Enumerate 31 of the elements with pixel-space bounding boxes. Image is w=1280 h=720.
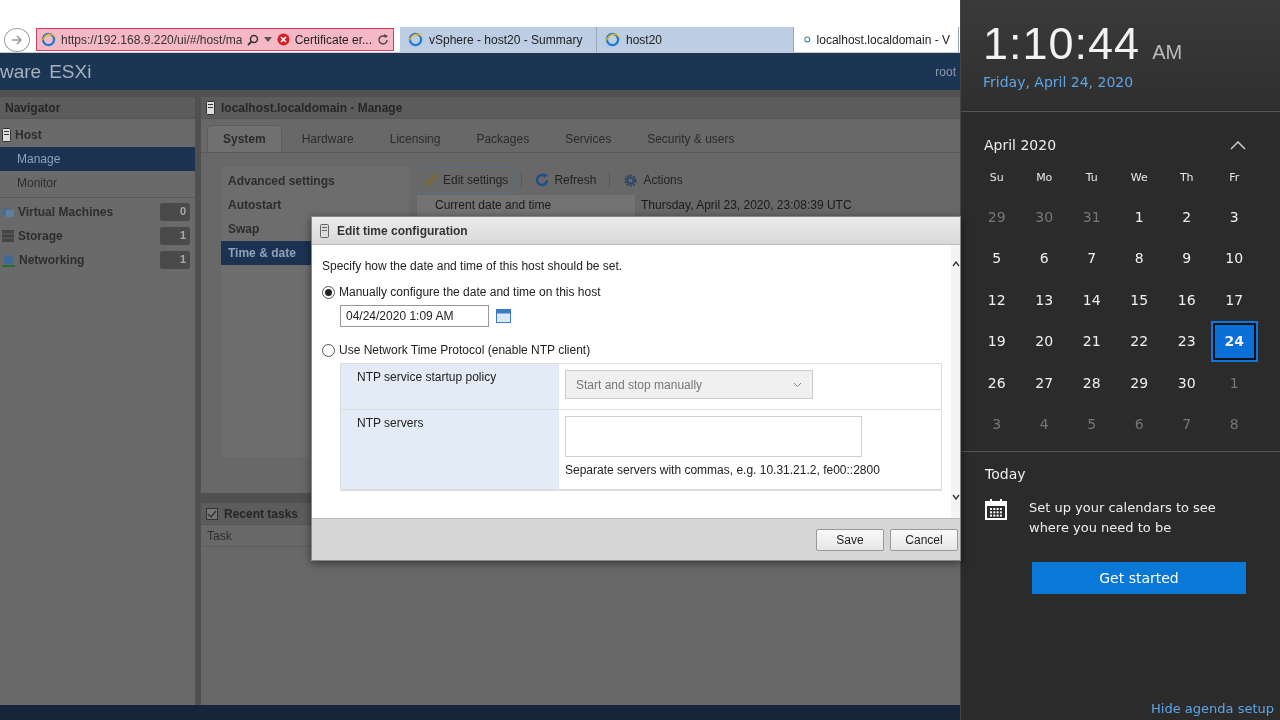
count-badge: 0 bbox=[160, 203, 190, 221]
field-label: NTP servers bbox=[341, 410, 559, 490]
navigator-item-label: Virtual Machines bbox=[18, 205, 115, 219]
option-label: Use Network Time Protocol (enable NTP client) bbox=[339, 343, 591, 357]
weekday-label: Su bbox=[988, 169, 1005, 186]
agenda-message: Set up your calendars to see where you need to be bbox=[1029, 499, 1217, 537]
field-label: NTP service startup policy bbox=[341, 364, 559, 410]
property-label: Current date and time bbox=[417, 195, 635, 219]
dialog-title: Edit time configuration bbox=[337, 223, 468, 238]
property-value: Thursday, April 23, 2020, 23:08:39 UTC bbox=[640, 197, 853, 214]
field-hint: Separate servers with commas, e.g. 10.31.21.2, fe00::2800 bbox=[565, 463, 881, 477]
count-badge: 1 bbox=[160, 227, 190, 245]
clock-time: 1:10:44 bbox=[983, 18, 1141, 70]
logo-text: ware bbox=[0, 60, 42, 83]
navigator-item-label: Manage bbox=[17, 152, 62, 166]
weekday-label: Fr bbox=[1228, 169, 1241, 186]
clock-period: AM bbox=[1152, 41, 1183, 64]
navigator-item-label: Storage bbox=[18, 229, 64, 243]
weekday-label: Mo bbox=[1035, 169, 1054, 186]
url-text: https://192.168.9.220/ui/#/host/ma bbox=[61, 32, 242, 47]
dialog-description: Specify how the date and time of this host should be set. bbox=[322, 259, 624, 273]
option-label: Manually configure the date and time on this host bbox=[339, 285, 601, 299]
navigator-item-label: Host bbox=[15, 128, 43, 142]
agenda-title: Today bbox=[985, 466, 1027, 482]
product-name: ESXi bbox=[49, 60, 92, 83]
count-badge: 1 bbox=[160, 251, 190, 269]
navigator-item-label: Networking bbox=[19, 253, 86, 267]
navigator-item-label: Monitor bbox=[17, 176, 58, 190]
weekday-label: Tu bbox=[1084, 169, 1099, 186]
weekday-label: Th bbox=[1178, 169, 1195, 186]
weekday-label: We bbox=[1129, 169, 1149, 186]
